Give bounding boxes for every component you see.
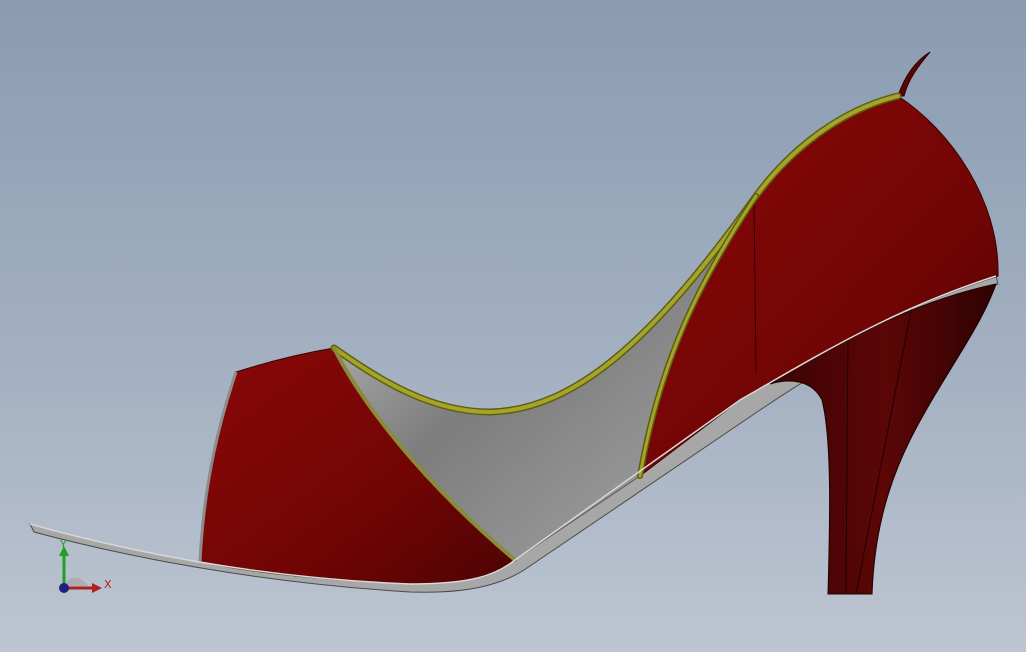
- x-axis-arrow-icon: [92, 583, 102, 593]
- shoe-model[interactable]: [0, 0, 1026, 652]
- graphics-viewport[interactable]: X Y: [0, 0, 1026, 652]
- heel-tab[interactable]: [897, 51, 931, 97]
- z-axis-icon: [59, 583, 69, 593]
- y-axis-label: Y: [59, 540, 67, 551]
- x-axis-label: X: [104, 578, 112, 591]
- axis-triad: X Y: [59, 540, 112, 593]
